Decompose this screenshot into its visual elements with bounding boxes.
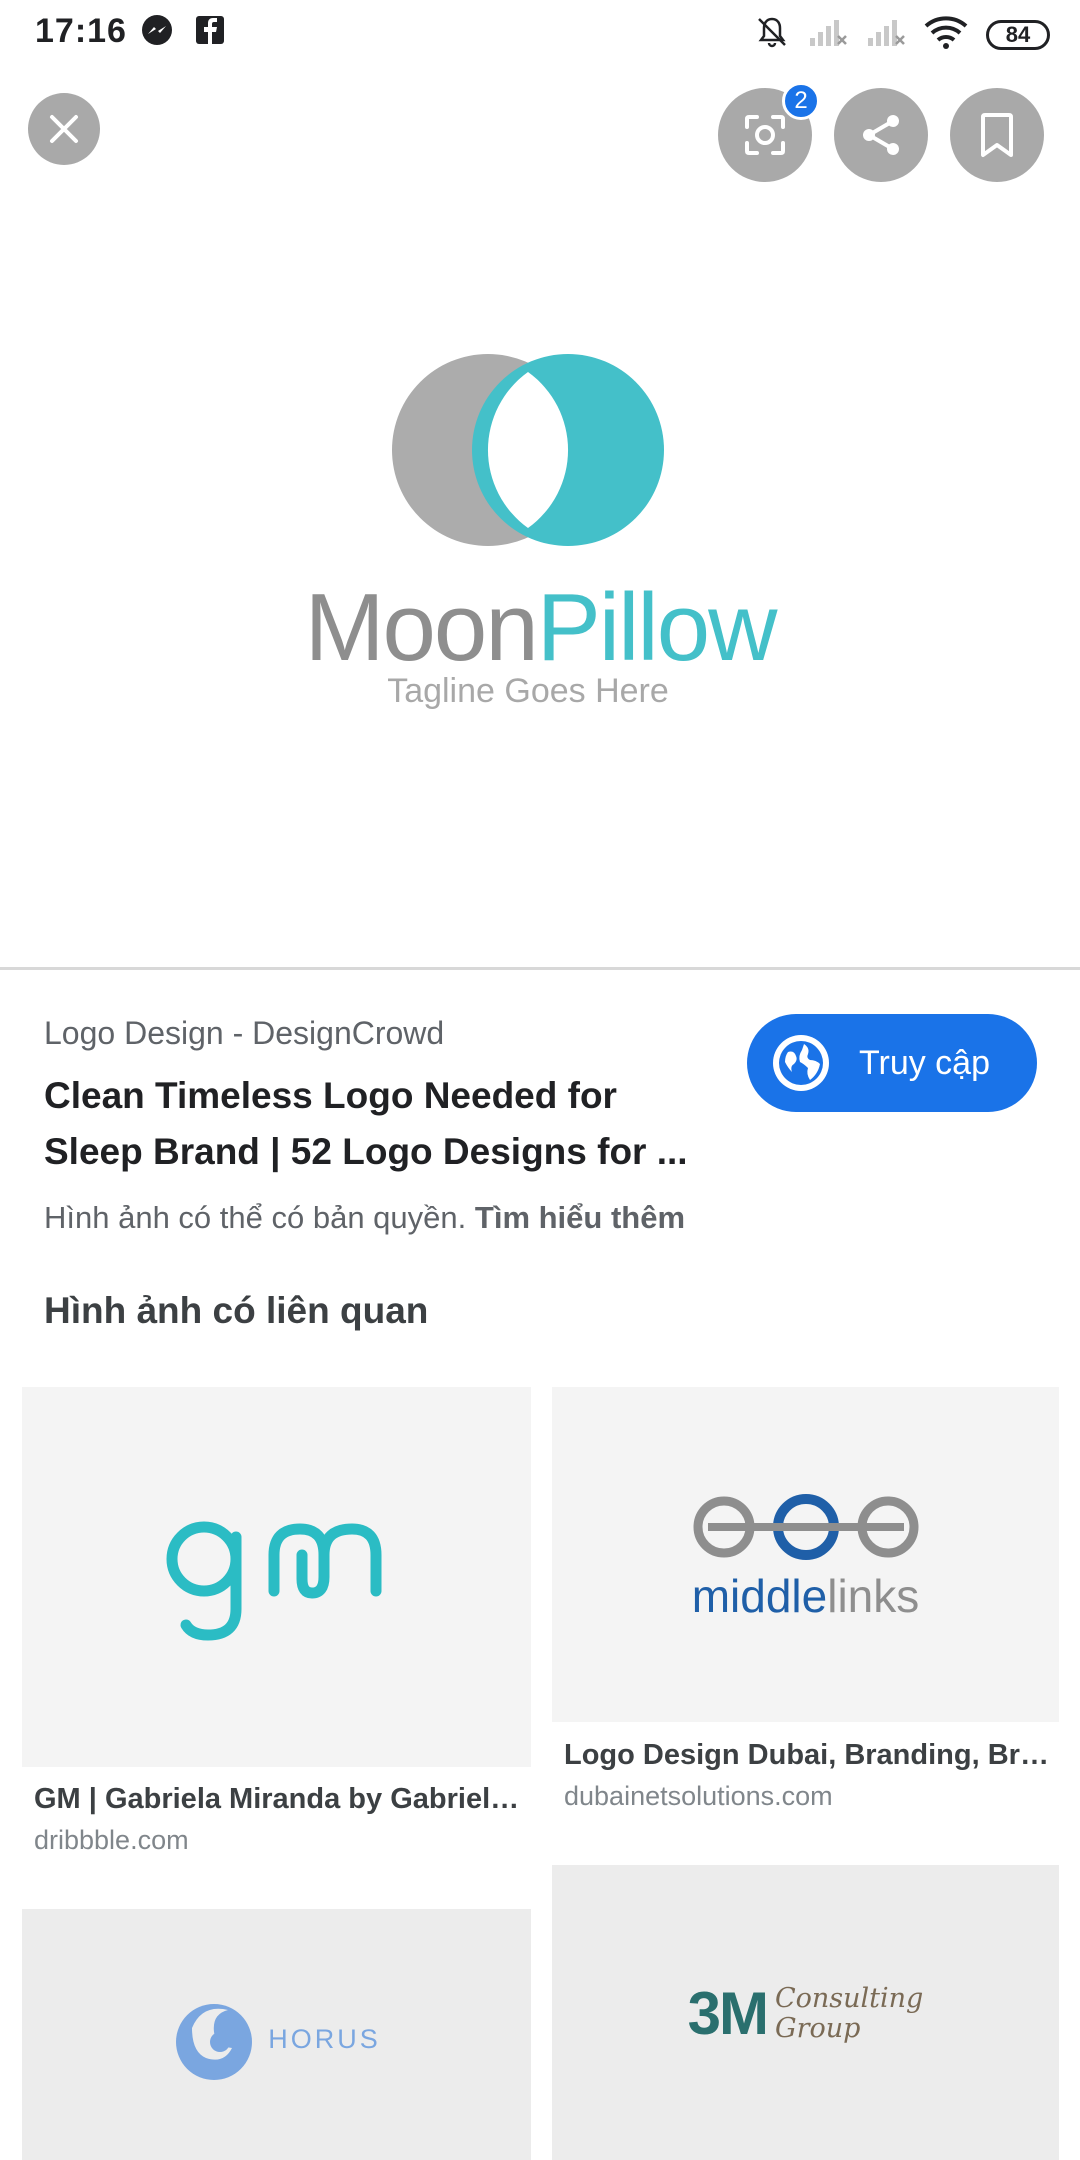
chain-links-icon bbox=[693, 1493, 918, 1560]
gm-logo-icon bbox=[166, 1521, 381, 1641]
related-item-gm[interactable]: GM | Gabriela Miranda by Gabriel… dribbb… bbox=[22, 1387, 531, 1867]
globe-icon bbox=[773, 1035, 829, 1091]
related-item-3m-consulting[interactable]: 3M Consulting Group bbox=[552, 1865, 1059, 2160]
related-thumbnail[interactable]: 3M Consulting Group bbox=[552, 1865, 1059, 2160]
divider bbox=[0, 967, 1080, 970]
related-item-middlelinks[interactable]: middlelinks Logo Design Dubai, Branding,… bbox=[552, 1387, 1059, 1827]
close-button[interactable] bbox=[28, 93, 100, 165]
visit-label: Truy cập bbox=[859, 1043, 991, 1082]
lens-badge: 2 bbox=[782, 82, 820, 120]
signal-icon bbox=[808, 16, 848, 53]
horus-logo-icon bbox=[176, 2003, 253, 2080]
lens-icon bbox=[745, 115, 785, 155]
battery-indicator: 84 bbox=[986, 19, 1050, 50]
main-image[interactable]: MoonPillow Tagline Goes Here bbox=[0, 200, 1080, 968]
learn-more-link[interactable]: Tìm hiểu thêm bbox=[475, 1200, 685, 1235]
messenger-icon bbox=[140, 14, 174, 53]
related-domain: dribbble.com bbox=[34, 1825, 189, 1855]
related-domain: dubainetsolutions.com bbox=[564, 1781, 833, 1811]
3m-consulting-logo: 3M Consulting Group bbox=[687, 1980, 924, 2047]
related-thumbnail[interactable]: HORUS bbox=[22, 1909, 531, 2160]
brand-tagline: Tagline Goes Here bbox=[387, 672, 669, 710]
middlelinks-wordmark: middlelinks bbox=[691, 1569, 920, 1622]
share-button[interactable] bbox=[834, 88, 928, 182]
related-thumbnail[interactable] bbox=[22, 1387, 531, 1767]
wifi-icon bbox=[924, 15, 968, 54]
status-time: 17:16 bbox=[35, 12, 127, 50]
related-item-horus[interactable]: HORUS bbox=[22, 1909, 531, 2160]
facebook-icon bbox=[194, 14, 226, 53]
source-label[interactable]: Logo Design - DesignCrowd bbox=[44, 1015, 444, 1052]
close-icon bbox=[50, 115, 78, 143]
related-thumbnail[interactable]: middlelinks bbox=[552, 1387, 1059, 1722]
brand-name: MoonPillow bbox=[304, 574, 778, 681]
mute-icon bbox=[754, 14, 790, 55]
horus-wordmark: HORUS bbox=[268, 2024, 381, 2054]
visit-button[interactable]: Truy cập bbox=[747, 1014, 1037, 1112]
moon-logo-icon bbox=[392, 354, 664, 546]
lens-button[interactable]: 2 bbox=[718, 82, 820, 182]
bookmark-icon bbox=[981, 113, 1013, 157]
result-title[interactable]: Clean Timeless Logo Needed for Sleep Bra… bbox=[44, 1068, 724, 1180]
related-heading: Hình ảnh có liên quan bbox=[44, 1290, 429, 1331]
copyright-notice: Hình ảnh có thể có bản quyền. Tìm hiểu t… bbox=[44, 1200, 686, 1235]
status-bar: 17:16 84 bbox=[0, 0, 1080, 66]
share-icon bbox=[863, 115, 899, 155]
save-button[interactable] bbox=[950, 88, 1044, 182]
signal-icon-2 bbox=[866, 16, 906, 53]
related-title: Logo Design Dubai, Branding, Br… bbox=[564, 1739, 1049, 1771]
related-title: GM | Gabriela Miranda by Gabriel… bbox=[34, 1783, 520, 1815]
